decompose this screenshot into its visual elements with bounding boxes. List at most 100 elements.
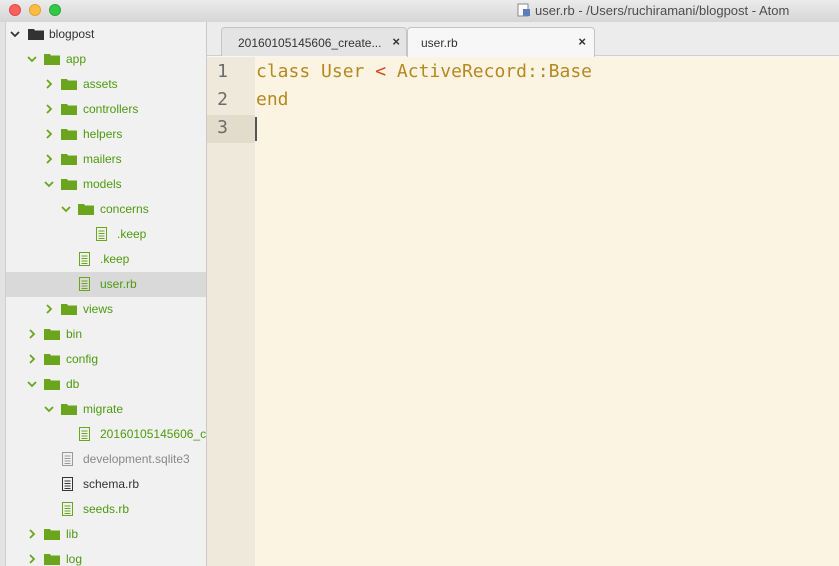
tree-folder-helpers[interactable]: helpers [6,122,206,147]
tab-label: 20160105145606_create... [238,36,382,50]
chevron-down-icon[interactable] [61,204,71,214]
tree-folder-db[interactable]: db [6,372,206,397]
chevron-right-icon[interactable] [44,104,54,114]
folder-icon [44,554,60,565]
tree-folder-concerns[interactable]: concerns [6,197,206,222]
tree-label: blogpost [49,27,95,41]
tree-label: 20160105145606_c [100,427,206,441]
folder-icon [44,54,60,65]
tree-label: app [66,52,87,66]
file-text-icon [79,277,90,291]
tree-view[interactable]: blogpost app assets controllers helpers … [6,22,206,566]
keyword-end: end [256,89,289,110]
code-editor[interactable]: class User < ActiveRecord::Base end [255,57,839,566]
file-text-icon [96,227,107,241]
tree-label: .keep [100,252,130,266]
code-line-1: class User < ActiveRecord::Base [256,61,592,82]
folder-icon [44,379,60,390]
tree-folder-app[interactable]: app [6,47,206,72]
inherit-operator: < [375,61,387,82]
chevron-right-icon[interactable] [27,354,37,364]
folder-icon [44,329,60,340]
tree-label: controllers [83,102,139,116]
folder-icon [28,29,44,40]
chevron-right-icon[interactable] [27,329,37,339]
ruby-file-icon [517,3,531,20]
line-number: 3 [217,117,228,138]
tree-folder-models[interactable]: models [6,172,206,197]
tree-label: schema.rb [83,477,140,491]
tree-label: log [66,552,83,566]
tree-label: concerns [100,202,149,216]
close-window-button[interactable] [9,4,21,16]
tree-folder-bin[interactable]: bin [6,322,206,347]
zoom-window-button[interactable] [49,4,61,16]
tree-label: migrate [83,402,124,416]
file-text-icon [62,452,73,466]
tree-label: mailers [83,152,122,166]
tree-file-schema-rb[interactable]: schema.rb [6,472,206,497]
window-titlebar: user.rb - /Users/ruchiramani/blogpost - … [0,0,839,23]
chevron-down-icon[interactable] [27,379,37,389]
chevron-right-icon[interactable] [44,304,54,314]
tree-label: views [83,302,114,316]
chevron-right-icon[interactable] [44,79,54,89]
tree-folder-migrate[interactable]: migrate [6,397,206,422]
tree-file-seeds-rb[interactable]: seeds.rb [6,497,206,522]
tree-folder-assets[interactable]: assets [6,72,206,97]
tree-folder-lib[interactable]: lib [6,522,206,547]
chevron-down-icon[interactable] [44,179,54,189]
tree-folder-mailers[interactable]: mailers [6,147,206,172]
chevron-right-icon[interactable] [27,529,37,539]
tree-label: seeds.rb [83,502,130,516]
code-line-2: end [256,89,289,110]
tree-folder-config[interactable]: config [6,347,206,372]
text-cursor [255,117,257,141]
line-number-gutter: 1 2 3 [207,57,255,566]
tree-file-keep[interactable]: .keep [6,247,206,272]
file-text-icon [62,477,73,491]
tab-migration[interactable]: 20160105145606_create... × [221,27,407,56]
tab-user-rb[interactable]: user.rb × [407,27,595,57]
folder-icon [61,79,77,90]
chevron-down-icon[interactable] [44,404,54,414]
folder-icon [61,104,77,115]
chevron-down-icon[interactable] [10,29,20,39]
tree-file-keep[interactable]: .keep [6,222,206,247]
tree-label: .keep [117,227,147,241]
file-text-icon [79,427,90,441]
tree-label: config [66,352,99,366]
file-text-icon [62,502,73,516]
tree-label: lib [66,527,79,541]
tree-folder-views[interactable]: views [6,297,206,322]
window-title: user.rb - /Users/ruchiramani/blogpost - … [517,3,789,20]
tree-label: helpers [83,127,123,141]
minimize-window-button[interactable] [29,4,41,16]
tree-file-user-rb[interactable]: user.rb [6,272,206,297]
tree-file-migration[interactable]: 20160105145606_c [6,422,206,447]
file-text-icon [79,252,90,266]
chevron-down-icon[interactable] [27,54,37,64]
close-tab-icon[interactable]: × [392,34,400,49]
line-number: 1 [217,61,228,82]
folder-icon [61,154,77,165]
folder-icon [61,304,77,315]
chevron-right-icon[interactable] [44,129,54,139]
class-name: User [321,61,365,82]
line-number: 2 [217,89,228,110]
tree-folder-log[interactable]: log [6,547,206,566]
keyword-class: class [256,61,311,82]
tree-label: models [83,177,122,191]
tab-bar: 20160105145606_create... × user.rb × [207,22,839,57]
window-title-text: user.rb - /Users/ruchiramani/blogpost - … [535,3,790,18]
tree-folder-controllers[interactable]: controllers [6,97,206,122]
chevron-right-icon[interactable] [27,554,37,564]
tree-file-development-sqlite3[interactable]: development.sqlite3 [6,447,206,472]
close-tab-icon[interactable]: × [578,34,586,49]
parent-class: ActiveRecord::Base [396,61,592,82]
chevron-right-icon[interactable] [44,154,54,164]
tree-root-blogpost[interactable]: blogpost [6,22,206,47]
tree-label: development.sqlite3 [83,452,190,466]
tree-label: assets [83,77,118,91]
tab-label: user.rb [421,36,458,50]
